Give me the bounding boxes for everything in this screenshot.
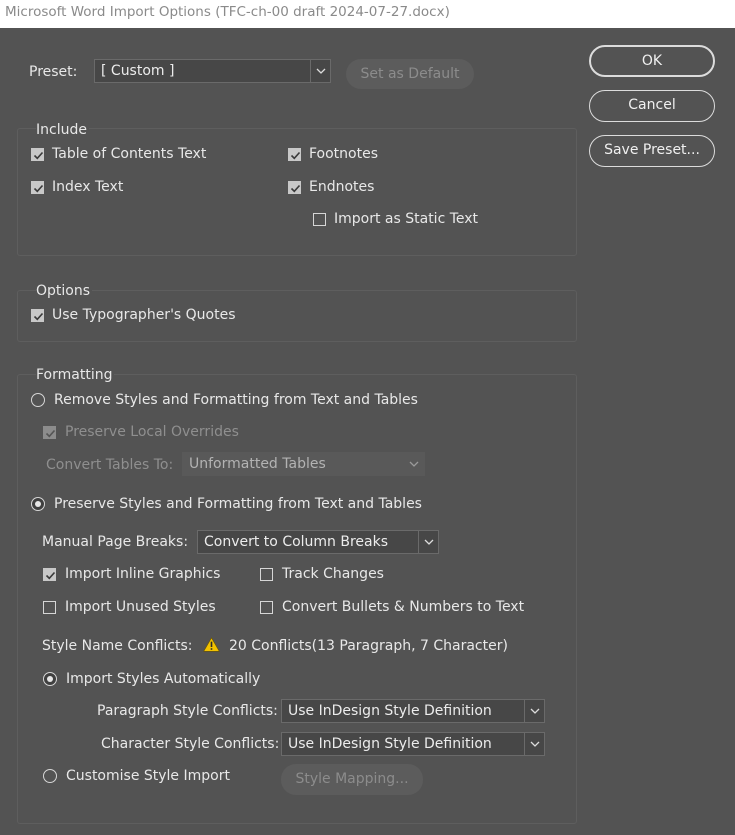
index-label: Index Text bbox=[52, 179, 124, 195]
preserve-overrides-checkbox[interactable] bbox=[43, 426, 56, 439]
preset-label: Preset: bbox=[29, 64, 78, 80]
unused-styles-checkbox[interactable] bbox=[43, 601, 56, 614]
footnotes-checkbox[interactable] bbox=[288, 148, 301, 161]
index-checkbox[interactable] bbox=[31, 181, 44, 194]
preserve-styles-label: Preserve Styles and Formatting from Text… bbox=[54, 496, 422, 512]
inline-graphics-label: Import Inline Graphics bbox=[65, 566, 221, 582]
remove-styles-label: Remove Styles and Formatting from Text a… bbox=[54, 392, 418, 408]
toc-label: Table of Contents Text bbox=[52, 146, 207, 162]
char-conflicts-value: Use InDesign Style Definition bbox=[288, 736, 492, 752]
customise-radio[interactable] bbox=[43, 769, 57, 783]
quotes-checkbox[interactable] bbox=[31, 309, 44, 322]
endnotes-label: Endnotes bbox=[309, 179, 375, 195]
conflicts-value: 20 Conflicts(13 Paragraph, 7 Character) bbox=[229, 638, 508, 654]
chevron-down-icon bbox=[524, 700, 544, 722]
static-text-checkbox[interactable] bbox=[313, 213, 326, 226]
options-title: Options bbox=[36, 281, 93, 301]
para-conflicts-select[interactable]: Use InDesign Style Definition bbox=[281, 699, 545, 723]
include-title: Include bbox=[36, 120, 89, 140]
auto-import-radio[interactable] bbox=[43, 672, 57, 686]
cancel-button[interactable]: Cancel bbox=[589, 90, 715, 122]
save-preset-button[interactable]: Save Preset... bbox=[589, 135, 715, 167]
page-breaks-value: Convert to Column Breaks bbox=[204, 534, 389, 550]
ok-button[interactable]: OK bbox=[589, 45, 715, 77]
preserve-styles-radio[interactable] bbox=[31, 497, 45, 511]
preset-value: [ Custom ] bbox=[101, 63, 175, 79]
para-conflicts-label: Paragraph Style Conflicts: bbox=[97, 703, 278, 719]
para-conflicts-value: Use InDesign Style Definition bbox=[288, 703, 492, 719]
toc-checkbox[interactable] bbox=[31, 148, 44, 161]
convert-tables-label: Convert Tables To: bbox=[46, 457, 174, 473]
endnotes-checkbox[interactable] bbox=[288, 181, 301, 194]
chevron-down-icon bbox=[310, 60, 330, 82]
unused-styles-label: Import Unused Styles bbox=[65, 599, 216, 615]
chevron-down-icon bbox=[524, 733, 544, 755]
style-mapping-button[interactable]: Style Mapping... bbox=[281, 764, 423, 795]
inline-graphics-checkbox[interactable] bbox=[43, 568, 56, 581]
convert-bullets-label: Convert Bullets & Numbers to Text bbox=[282, 599, 525, 615]
page-breaks-label: Manual Page Breaks: bbox=[42, 534, 189, 550]
set-as-default-button[interactable]: Set as Default bbox=[346, 59, 474, 89]
page-breaks-select[interactable]: Convert to Column Breaks bbox=[197, 530, 439, 554]
formatting-title: Formatting bbox=[36, 365, 115, 385]
preset-select[interactable]: [ Custom ] bbox=[94, 59, 331, 83]
convert-tables-value: Unformatted Tables bbox=[189, 456, 326, 472]
warning-icon bbox=[203, 637, 220, 656]
char-conflicts-label: Character Style Conflicts: bbox=[101, 736, 280, 752]
window-title: Microsoft Word Import Options (TFC-ch-00… bbox=[0, 0, 735, 28]
char-conflicts-select[interactable]: Use InDesign Style Definition bbox=[281, 732, 545, 756]
track-changes-checkbox[interactable] bbox=[260, 568, 273, 581]
convert-bullets-checkbox[interactable] bbox=[260, 601, 273, 614]
chevron-down-icon bbox=[404, 453, 424, 475]
quotes-label: Use Typographer's Quotes bbox=[52, 307, 236, 323]
convert-tables-select[interactable]: Unformatted Tables bbox=[182, 452, 425, 476]
remove-styles-radio[interactable] bbox=[31, 393, 45, 407]
auto-import-label: Import Styles Automatically bbox=[66, 671, 261, 687]
track-changes-label: Track Changes bbox=[282, 566, 384, 582]
preserve-overrides-label: Preserve Local Overrides bbox=[65, 424, 239, 440]
footnotes-label: Footnotes bbox=[309, 146, 379, 162]
conflicts-label: Style Name Conflicts: bbox=[42, 638, 193, 654]
customise-label: Customise Style Import bbox=[66, 768, 230, 784]
static-text-label: Import as Static Text bbox=[334, 211, 479, 227]
chevron-down-icon bbox=[418, 531, 438, 553]
